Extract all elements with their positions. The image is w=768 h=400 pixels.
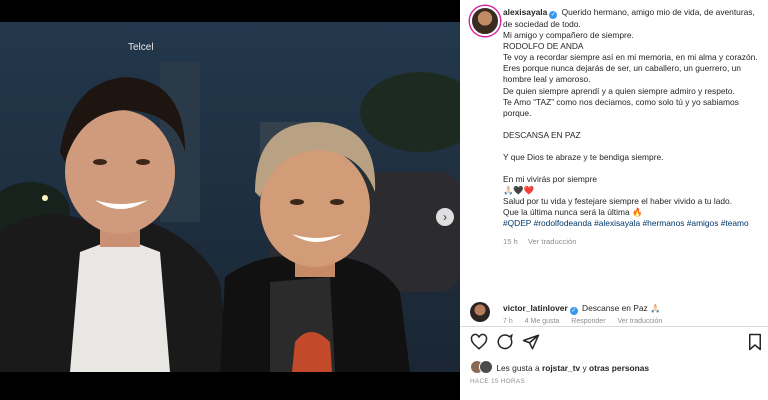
caption-line: De quien siempre aprendí y a quien siemp… — [503, 85, 735, 96]
share-icon[interactable] — [522, 333, 540, 351]
likes-prefix: Les gusta a — [496, 363, 542, 373]
caption-line: Te Amo “TAZ” como nos deciamos, como sol… — [503, 96, 739, 118]
avatar[interactable] — [470, 6, 500, 36]
likes-middle: y — [580, 363, 589, 373]
caption-line: 🙏🏻🖤❤️ — [503, 185, 535, 196]
post-caption: alexisayala ✓ Querido hermano, amigo mio … — [503, 7, 761, 247]
comment-see-translation-link[interactable]: Ver traducción — [617, 318, 662, 325]
comment-likes[interactable]: 4 Me gusta — [525, 318, 560, 325]
chevron-right-icon: › — [443, 210, 447, 224]
carousel-next-button[interactable]: › — [436, 208, 454, 226]
comment-reply-link[interactable]: Responder — [571, 318, 605, 325]
caption-meta: 15 h Ver traducción — [503, 236, 761, 247]
divider — [460, 326, 768, 327]
caption-line: Que la última nunca será la última 🔥 — [503, 207, 643, 218]
comment-text: Descanse en Paz 🙏🏻 — [582, 303, 661, 313]
caption-line: Eres porque nunca dejarás de ser, un cab… — [503, 63, 741, 85]
comment-time: 7 h — [503, 318, 513, 325]
post-photo[interactable]: Telcel › — [0, 22, 460, 372]
comment-text-row: victor_latinlover ✓ Descanse en Paz 🙏🏻 — [503, 303, 660, 315]
caption-line: Mi amigo y compañero de siempre. — [503, 30, 634, 41]
verified-badge-icon: ✓ — [569, 307, 578, 315]
likes-summary[interactable]: Les gusta a rojstar_tv y otras personas — [470, 360, 649, 374]
verified-badge-icon: ✓ — [549, 11, 558, 19]
photo-illustration: Telcel — [0, 22, 460, 372]
post-time-ago: 15 h — [503, 236, 518, 246]
see-translation-link[interactable]: Ver traducción — [528, 237, 577, 246]
likes-user[interactable]: rojstar_tv — [542, 363, 580, 373]
caption-line: En mi vivirás por siempre — [503, 174, 598, 185]
caption-line: RODOLFO DE ANDA — [503, 41, 584, 52]
building-sign-text: Telcel — [128, 42, 154, 53]
heart-icon[interactable] — [470, 333, 488, 351]
caption-line: Salud por tu vida y festejare siempre el… — [503, 196, 733, 207]
caption-line: Te voy a recordar siempre así en mi memo… — [503, 52, 758, 63]
post-side-panel: alexisayala ✓ Querido hermano, amigo mio … — [460, 0, 768, 400]
liker-avatar — [479, 360, 493, 374]
comment-meta: 7 h 4 Me gusta Responder Ver traducción — [503, 318, 672, 325]
comment-item: victor_latinlover ✓ Descanse en Paz 🙏🏻 7 … — [470, 302, 762, 325]
bookmark-icon[interactable] — [746, 333, 764, 351]
comment-username[interactable]: victor_latinlover — [503, 303, 568, 313]
post-timestamp: HACE 15 HORAS — [470, 378, 526, 385]
post-actions — [470, 333, 762, 351]
comment-icon[interactable] — [496, 333, 514, 351]
caption-line: DESCANSA EN PAZ — [503, 129, 581, 140]
likes-others[interactable]: otras personas — [589, 363, 649, 373]
caption-username[interactable]: alexisayala — [503, 7, 547, 17]
caption-hashtags[interactable]: #QDEP #rodolfodeanda #alexisayala #herma… — [503, 218, 761, 229]
caption-line: Y que Dios te abraze y te bendiga siempr… — [503, 151, 664, 162]
comment-avatar[interactable] — [470, 302, 490, 322]
